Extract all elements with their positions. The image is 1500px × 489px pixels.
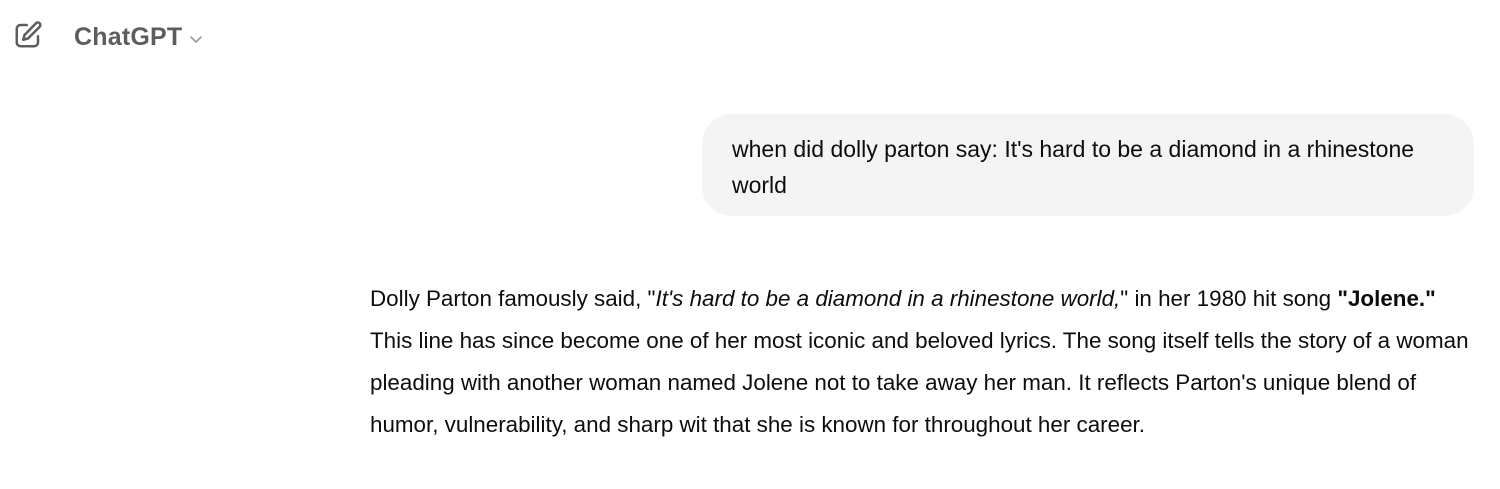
assistant-text-part: This line has since become one of her mo…: [370, 328, 1469, 437]
model-switcher-button[interactable]: ChatGPT: [66, 17, 212, 57]
chevron-down-icon: [188, 31, 204, 47]
top-header: ChatGPT: [0, 0, 1500, 76]
new-chat-button[interactable]: [8, 17, 48, 57]
user-message-bubble: when did dolly parton say: It's hard to …: [702, 114, 1474, 216]
song-title: "Jolene.": [1337, 286, 1436, 311]
model-name: ChatGPT: [74, 22, 183, 51]
assistant-message-text: Dolly Parton famously said, "It's hard t…: [370, 278, 1470, 446]
assistant-text-part: Dolly Parton famously said, ": [370, 286, 656, 311]
assistant-message: Dolly Parton famously said, "It's hard t…: [370, 278, 1470, 446]
user-message-text: when did dolly parton say: It's hard to …: [732, 136, 1415, 198]
assistant-text-part: " in her 1980 hit song: [1120, 286, 1338, 311]
quoted-lyric: It's hard to be a diamond in a rhineston…: [655, 286, 1121, 311]
edit-pencil-icon: [13, 20, 43, 55]
